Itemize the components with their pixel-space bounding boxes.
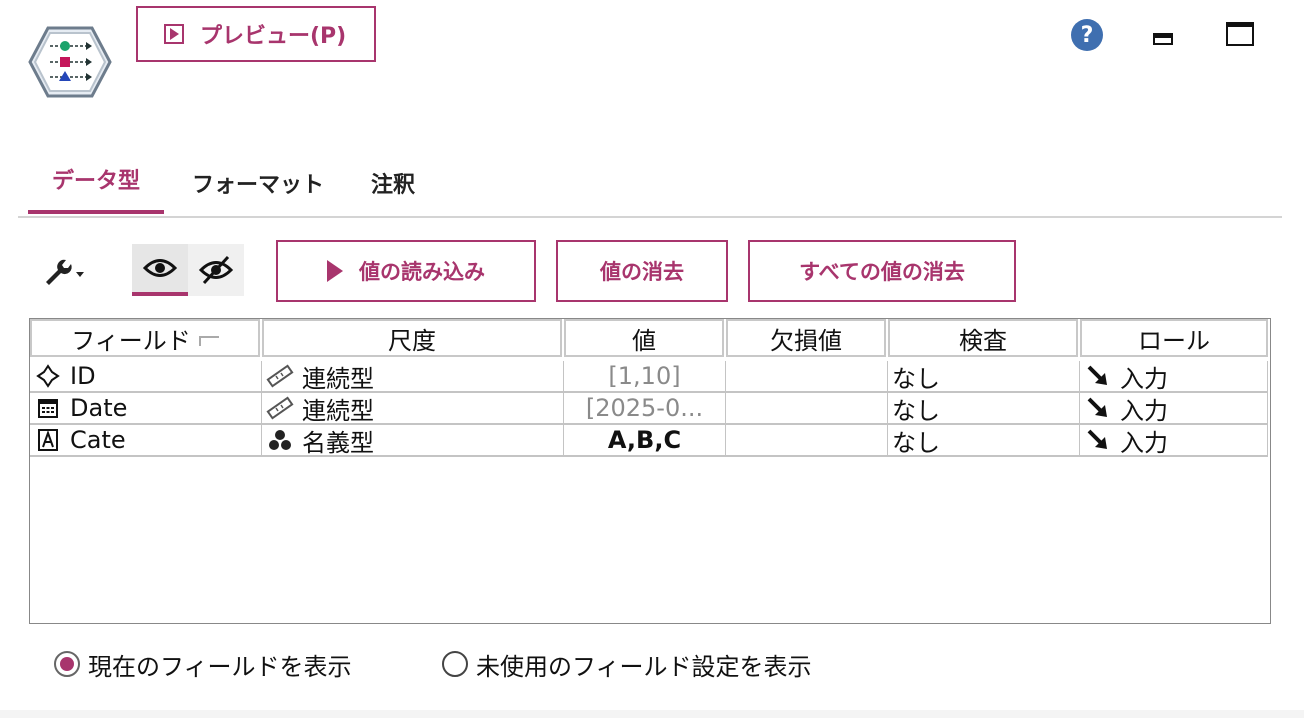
- input-arrow-icon: [1084, 396, 1112, 420]
- tab-annotation[interactable]: 注釈: [358, 150, 428, 216]
- play-icon: [164, 24, 184, 44]
- eye-icon[interactable]: [132, 244, 188, 296]
- clear-values-button[interactable]: 値の消去: [556, 240, 728, 302]
- tab-format[interactable]: フォーマット: [178, 150, 338, 216]
- show-current-fields-label: 現在のフィールドを表示: [88, 652, 352, 681]
- role-label: 入力: [1120, 396, 1168, 425]
- measure-label: 連続型: [302, 364, 374, 393]
- role-label: 入力: [1120, 364, 1168, 393]
- values-cell[interactable]: A,B,C: [564, 425, 726, 457]
- preview-button[interactable]: プレビュー(P): [136, 6, 376, 62]
- measure-cell[interactable]: 連続型: [262, 361, 564, 393]
- field-name: ID: [70, 362, 96, 390]
- tab-data-type[interactable]: データ型: [28, 146, 164, 214]
- sort-indicator-icon: [198, 336, 219, 346]
- measure-cell[interactable]: 名義型: [262, 425, 564, 457]
- read-values-label: 値の読み込み: [359, 260, 485, 284]
- field-cell[interactable]: ID: [30, 361, 262, 393]
- field-cell[interactable]: Cate: [30, 425, 262, 457]
- column-header-field[interactable]: フィールド: [30, 319, 260, 357]
- minimize-icon[interactable]: [1153, 33, 1173, 45]
- wrench-menu-icon[interactable]: [40, 252, 90, 292]
- help-icon[interactable]: ?: [1071, 19, 1103, 51]
- field-cell[interactable]: Date: [30, 393, 262, 425]
- column-header-values[interactable]: 値: [564, 319, 724, 357]
- missing-cell[interactable]: [726, 361, 888, 393]
- role-cell[interactable]: 入力: [1080, 425, 1268, 457]
- check-cell[interactable]: なし: [888, 361, 1080, 393]
- check-cell[interactable]: なし: [888, 393, 1080, 425]
- measure-label: 名義型: [302, 428, 374, 457]
- tab-bar: データ型 フォーマット 注釈: [18, 150, 1282, 218]
- radio-selected[interactable]: [54, 651, 80, 677]
- play-icon: [327, 260, 343, 282]
- string-a-icon: [34, 428, 62, 452]
- show-unused-fields-label: 未使用のフィールド設定を表示: [476, 652, 812, 681]
- preview-button-label: プレビュー(P): [200, 24, 347, 49]
- field-name: Cate: [70, 426, 126, 454]
- column-header-measure[interactable]: 尺度: [262, 319, 562, 357]
- input-arrow-icon: [1084, 428, 1112, 452]
- column-header-field-label: フィールド: [71, 326, 191, 355]
- values-cell[interactable]: [2025-0...: [564, 393, 726, 425]
- continuous-diamond-icon: [34, 364, 62, 388]
- footer-strip: [0, 710, 1304, 718]
- maximize-icon[interactable]: [1226, 22, 1254, 46]
- role-cell[interactable]: 入力: [1080, 361, 1268, 393]
- read-values-button[interactable]: 値の読み込み: [276, 240, 536, 302]
- check-cell[interactable]: なし: [888, 425, 1080, 457]
- input-arrow-icon: [1084, 364, 1112, 388]
- column-header-check[interactable]: 検査: [888, 319, 1078, 357]
- values-cell[interactable]: [1,10]: [564, 361, 726, 393]
- calendar-icon: [34, 396, 62, 420]
- column-header-missing[interactable]: 欠損値: [726, 319, 886, 357]
- clear-all-values-button[interactable]: すべての値の消去: [748, 240, 1016, 302]
- field-name: Date: [70, 394, 128, 422]
- nominal-circles-icon: [266, 428, 294, 452]
- measure-label: 連続型: [302, 396, 374, 425]
- show-unused-fields-option[interactable]: 未使用のフィールド設定を表示: [442, 646, 812, 682]
- measure-cell[interactable]: 連続型: [262, 393, 564, 425]
- table-row[interactable]: Date 連続型 [2025-0... なし 入力: [30, 393, 1268, 425]
- table-row[interactable]: Cate 名義型 A,B,C なし 入力: [30, 425, 1268, 457]
- field-type-table: フィールド 尺度 値 欠損値 検査 ロール ID 連続型 [1,10] なし 入…: [29, 318, 1271, 624]
- eye-slash-icon[interactable]: [188, 244, 244, 296]
- radio-unselected[interactable]: [442, 651, 468, 677]
- role-cell[interactable]: 入力: [1080, 393, 1268, 425]
- table-row[interactable]: ID 連続型 [1,10] なし 入力: [30, 361, 1268, 393]
- role-label: 入力: [1120, 428, 1168, 457]
- show-current-fields-option[interactable]: 現在のフィールドを表示: [54, 646, 352, 682]
- missing-cell[interactable]: [726, 425, 888, 457]
- ruler-icon: [266, 364, 294, 388]
- missing-cell[interactable]: [726, 393, 888, 425]
- column-header-role[interactable]: ロール: [1080, 319, 1268, 357]
- type-node-icon: [28, 26, 112, 98]
- ruler-icon: [266, 396, 294, 420]
